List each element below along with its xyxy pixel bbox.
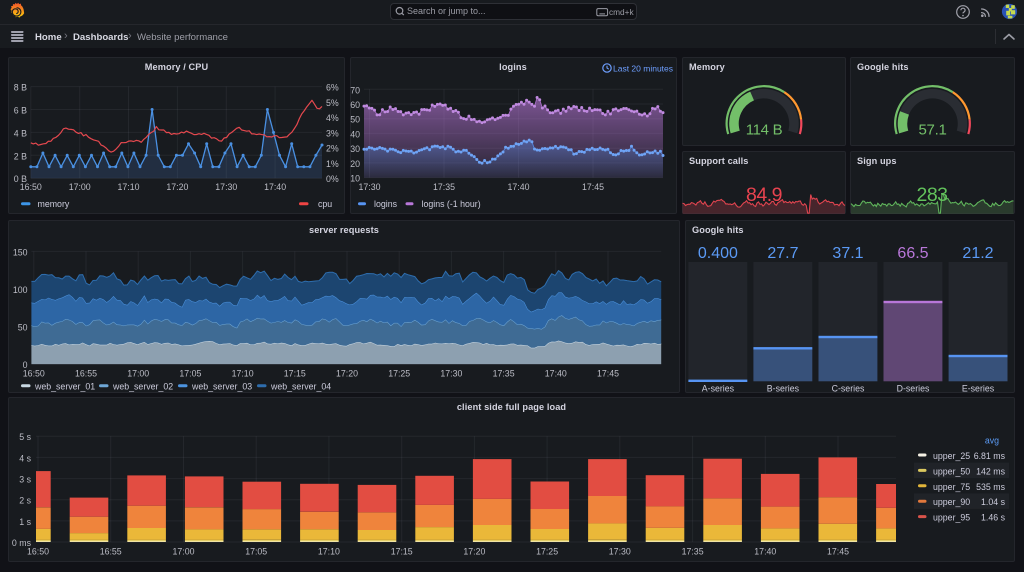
svg-text:17:40: 17:40 (264, 182, 286, 192)
svg-text:37.1: 37.1 (832, 245, 863, 262)
svg-text:5 s: 5 s (19, 432, 31, 442)
svg-text:17:15: 17:15 (391, 547, 413, 557)
svg-text:upper_50: upper_50 (933, 466, 970, 476)
svg-text:16:50: 16:50 (27, 547, 49, 557)
svg-text:20: 20 (350, 159, 360, 169)
svg-text:17:35: 17:35 (682, 547, 704, 557)
svg-text:17:25: 17:25 (388, 369, 410, 379)
svg-text:17:05: 17:05 (245, 547, 267, 557)
svg-text:17:45: 17:45 (582, 182, 604, 192)
svg-text:16:50: 16:50 (23, 369, 45, 379)
svg-text:17:35: 17:35 (433, 182, 455, 192)
svg-text:17:05: 17:05 (179, 369, 201, 379)
svg-text:E-series: E-series (962, 384, 995, 394)
svg-text:57.1: 57.1 (919, 122, 947, 139)
svg-text:17:35: 17:35 (493, 369, 515, 379)
svg-text:6.81 ms: 6.81 ms (974, 451, 1006, 461)
svg-text:66.5: 66.5 (897, 245, 928, 262)
svg-text:1 s: 1 s (19, 517, 31, 527)
svg-text:40: 40 (350, 129, 360, 139)
svg-text:17:10: 17:10 (117, 182, 139, 192)
svg-text:17:10: 17:10 (232, 369, 254, 379)
svg-text:283: 283 (916, 184, 947, 206)
svg-text:avg: avg (985, 436, 999, 446)
svg-text:17:15: 17:15 (284, 369, 306, 379)
svg-text:4%: 4% (326, 113, 339, 123)
svg-text:1.46 s: 1.46 s (981, 513, 1006, 523)
svg-text:logins (-1 hour): logins (-1 hour) (422, 199, 481, 209)
svg-text:2 B: 2 B (14, 151, 27, 161)
svg-text:17:30: 17:30 (609, 547, 631, 557)
svg-text:21.2: 21.2 (962, 245, 993, 262)
svg-text:17:45: 17:45 (827, 547, 849, 557)
svg-text:17:30: 17:30 (440, 369, 462, 379)
svg-text:17:40: 17:40 (754, 547, 776, 557)
svg-text:17:10: 17:10 (318, 547, 340, 557)
svg-text:3%: 3% (326, 128, 339, 138)
svg-text:100: 100 (13, 285, 28, 295)
svg-text:6 B: 6 B (14, 106, 27, 116)
svg-text:60: 60 (350, 100, 360, 110)
svg-text:0.400: 0.400 (698, 245, 738, 262)
svg-text:50: 50 (18, 323, 28, 333)
svg-text:17:30: 17:30 (358, 182, 380, 192)
svg-text:6%: 6% (326, 83, 339, 93)
svg-text:web_server_04: web_server_04 (270, 382, 331, 392)
svg-text:5%: 5% (326, 98, 339, 108)
svg-text:web_server_03: web_server_03 (191, 382, 252, 392)
svg-text:2 s: 2 s (19, 496, 31, 506)
svg-text:150: 150 (13, 247, 28, 257)
svg-text:C-series: C-series (832, 384, 865, 394)
svg-text:upper_25: upper_25 (933, 451, 970, 461)
svg-text:17:40: 17:40 (545, 369, 567, 379)
svg-text:70: 70 (350, 85, 360, 95)
svg-text:17:20: 17:20 (336, 369, 358, 379)
svg-text:logins: logins (374, 199, 398, 209)
svg-text:535 ms: 535 ms (976, 482, 1005, 492)
svg-text:D-series: D-series (897, 384, 930, 394)
svg-text:16:55: 16:55 (75, 369, 97, 379)
svg-text:17:25: 17:25 (536, 547, 558, 557)
svg-text:17:20: 17:20 (166, 182, 188, 192)
svg-text:2%: 2% (326, 144, 339, 154)
svg-text:web_server_02: web_server_02 (112, 382, 173, 392)
svg-text:84.9: 84.9 (746, 184, 782, 206)
svg-text:27.7: 27.7 (767, 245, 798, 262)
svg-text:4 s: 4 s (19, 453, 31, 463)
svg-text:142 ms: 142 ms (976, 466, 1005, 476)
svg-text:114 B: 114 B (746, 122, 783, 139)
svg-text:3 s: 3 s (19, 475, 31, 485)
svg-text:4 B: 4 B (14, 128, 27, 138)
svg-text:17:00: 17:00 (127, 369, 149, 379)
svg-text:A-series: A-series (702, 384, 735, 394)
svg-text:upper_95: upper_95 (933, 513, 970, 523)
svg-text:web_server_01: web_server_01 (34, 382, 95, 392)
svg-text:B-series: B-series (767, 384, 800, 394)
svg-text:17:30: 17:30 (215, 182, 237, 192)
svg-text:0%: 0% (326, 174, 339, 184)
svg-text:16:55: 16:55 (100, 547, 122, 557)
svg-text:17:45: 17:45 (597, 369, 619, 379)
svg-text:1%: 1% (326, 159, 339, 169)
svg-text:cpu: cpu (318, 199, 332, 209)
svg-text:30: 30 (350, 144, 360, 154)
svg-text:17:40: 17:40 (507, 182, 529, 192)
svg-text:1.04 s: 1.04 s (981, 497, 1006, 507)
svg-text:8 B: 8 B (14, 83, 27, 93)
svg-text:17:20: 17:20 (463, 547, 485, 557)
svg-text:upper_75: upper_75 (933, 482, 970, 492)
svg-text:17:00: 17:00 (172, 547, 194, 557)
svg-text:upper_90: upper_90 (933, 497, 970, 507)
svg-text:17:00: 17:00 (69, 182, 91, 192)
svg-text:50: 50 (350, 115, 360, 125)
svg-text:16:50: 16:50 (20, 182, 42, 192)
svg-text:memory: memory (38, 199, 70, 209)
